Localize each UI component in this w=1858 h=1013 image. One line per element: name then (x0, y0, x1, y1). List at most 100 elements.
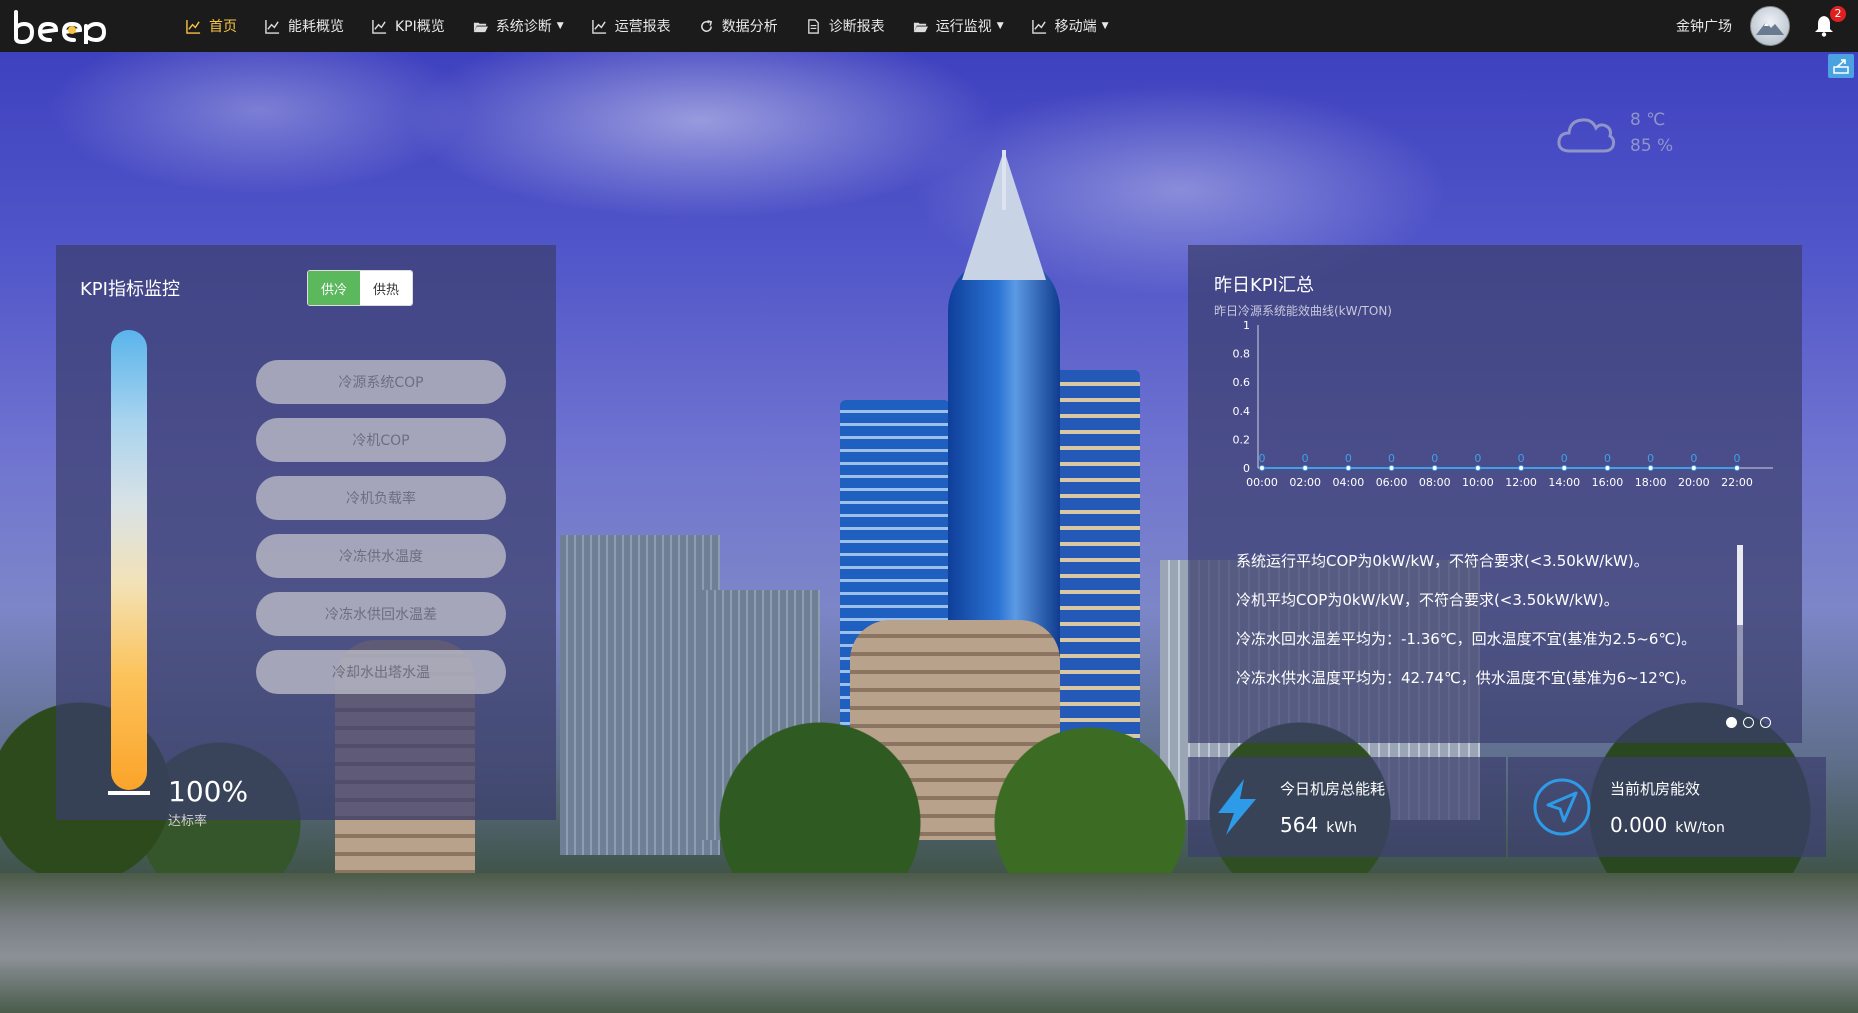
carousel-dot-3[interactable] (1760, 717, 1771, 728)
caret-down-icon: ▼ (1101, 21, 1109, 31)
nav-item-2[interactable]: 能耗概览 (251, 0, 358, 52)
caret-down-icon: ▼ (996, 21, 1004, 31)
efficiency-unit: kW/ton (1675, 819, 1725, 836)
notification-bell[interactable]: 2 (1810, 6, 1846, 40)
data-label: 0 (1302, 452, 1309, 465)
x-tick-label: 02:00 (1289, 476, 1321, 489)
chart-line-icon (265, 19, 280, 34)
folder-open-icon (913, 19, 928, 34)
data-point (1647, 465, 1654, 471)
nav-item-1[interactable]: 首页 (172, 0, 251, 52)
carousel-dot-1[interactable] (1726, 717, 1737, 728)
kpi-indicator-button[interactable]: 冷却水出塔水温 (256, 650, 506, 694)
nav-item-4[interactable]: 系统诊断 ▼ (459, 0, 578, 52)
x-tick-label: 16:00 (1592, 476, 1624, 489)
data-point (1604, 465, 1611, 471)
nav-item-3[interactable]: KPI概览 (358, 0, 459, 52)
energy-value: 564 (1280, 812, 1319, 837)
x-tick-label: 20:00 (1678, 476, 1710, 489)
nav-item-7[interactable]: 诊断报表 (792, 0, 899, 52)
beep-logo[interactable] (10, 6, 120, 46)
data-label: 0 (1690, 452, 1697, 465)
data-label: 0 (1604, 452, 1611, 465)
nav-item-label: 诊断报表 (828, 19, 885, 35)
top-navbar: 首页 能耗概览 KPI概览 系统诊断 ▼ 运营报表 数据分析 诊断报表 运行监视 ▼ 移动端 ▼ 金钟… (0, 0, 1858, 52)
energy-label: 今日机房总能耗 (1280, 779, 1386, 798)
efficiency-line-chart: 0 0.2 0.4 0.6 0.8 1 00:00 02:00 04:00 06:00 08:00 1… (1233, 319, 1773, 489)
chart-line-icon (591, 19, 607, 34)
cloud-icon (1557, 118, 1616, 153)
data-label: 0 (1474, 452, 1481, 465)
efficiency-label: 当前机房能效 (1610, 779, 1701, 798)
fullscreen-button[interactable] (1828, 54, 1854, 78)
data-label: 0 (1647, 452, 1654, 465)
compliance-rate-label: 达标率 (168, 814, 208, 829)
nav-item-label: 运营报表 (614, 19, 671, 35)
nav-item-label: 系统诊断 (495, 19, 552, 35)
cooling-heating-toggle: 供冷 供热 (307, 270, 413, 306)
data-label: 0 (1561, 452, 1568, 465)
data-label: 0 (1345, 452, 1352, 465)
compliance-rate: 100% 达标率 (168, 775, 248, 829)
efficiency-value-row: 0.000 kW/ton (1610, 813, 1725, 837)
refresh-icon (699, 19, 714, 34)
kpi-panel-title: KPI指标监控 (80, 279, 180, 300)
site-name[interactable]: 金钟广场 (1676, 16, 1732, 36)
file-icon (806, 18, 821, 34)
data-label: 0 (1259, 452, 1266, 465)
data-point (1518, 465, 1525, 471)
nav-item-6[interactable]: 数据分析 (685, 0, 792, 52)
summary-message: 冷冻水供水温度平均为：42.74℃，供水温度不宜(基准为6~12℃)。 (1236, 669, 1696, 687)
x-tick-label: 18:00 (1635, 476, 1667, 489)
user-area: 金钟广场 2 (1676, 0, 1846, 52)
toggle-heating[interactable]: 供热 (360, 271, 412, 305)
data-label: 0 (1388, 452, 1395, 465)
energy-value-row: 564 kWh (1280, 813, 1385, 837)
kpi-indicator-button[interactable]: 冷源系统COP (256, 360, 506, 404)
y-tick-label: 0.8 (1233, 348, 1251, 361)
y-tick-label: 0.2 (1233, 433, 1251, 446)
carousel-dot-2[interactable] (1743, 717, 1754, 728)
energy-unit: kWh (1326, 819, 1358, 836)
caret-down-icon: ▼ (556, 21, 564, 31)
export-icon (1833, 59, 1849, 74)
yesterday-kpi-panel: 昨日KPI汇总 昨日冷源系统能效曲线(kW/TON) 0 0.2 0.4 0.6 0.8… (1188, 245, 1802, 743)
kpi-indicator-list: 冷源系统COP 冷机COP 冷机负载率冷冻供水温度 冷冻水供回水温差 冷却水出塔水温 (256, 360, 506, 694)
summary-message: 系统运行平均COP为0kW/kW，不符合要求(<3.50kW/kW)。 (1236, 552, 1649, 570)
nav-item-5[interactable]: 运营报表 (578, 0, 685, 52)
x-tick-label: 04:00 (1333, 476, 1365, 489)
lightning-icon (1218, 779, 1256, 835)
summary-message: 冷冻水回水温差平均为：-1.36℃，回水温度不宜(基准为2.5~6℃)。 (1236, 630, 1697, 648)
compliance-thermometer (111, 330, 147, 790)
folder-open-icon (473, 19, 488, 34)
nav-item-8[interactable]: 运行监视 ▼ (899, 0, 1018, 52)
kpi-indicator-button[interactable]: 冷机负载率 (256, 476, 506, 520)
x-tick-label: 22:00 (1721, 476, 1753, 489)
data-point (1561, 465, 1568, 471)
y-tick-label: 0 (1243, 462, 1250, 475)
user-avatar[interactable] (1750, 6, 1790, 46)
kpi-indicator-button[interactable]: 冷机COP (256, 418, 506, 462)
kpi-summary-messages: 系统运行平均COP为0kW/kW，不符合要求(<3.50kW/kW)。 冷机平均C… (1236, 550, 1741, 688)
chart-line-icon (372, 19, 387, 34)
chart-line-icon (1031, 19, 1047, 34)
nav-item-label: 首页 (209, 19, 237, 35)
kpi-indicator-button[interactable]: 冷冻供水温度 (256, 534, 506, 578)
compliance-rate-value: 100% (168, 775, 249, 808)
data-point (1302, 465, 1309, 471)
data-point (1345, 465, 1352, 471)
data-point (1388, 465, 1395, 471)
nav-item-label: 能耗概览 (288, 19, 344, 35)
data-point (1690, 465, 1697, 471)
yesterday-panel-title: 昨日KPI汇总 (1214, 275, 1314, 296)
x-tick-label: 14:00 (1548, 476, 1580, 489)
nav-item-9[interactable]: 移动端 ▼ (1018, 0, 1123, 52)
summary-scrollbar-thumb[interactable] (1737, 545, 1743, 625)
current-efficiency-card: 当前机房能效 0.000 kW/ton (1508, 757, 1826, 857)
data-point (1734, 465, 1740, 471)
kpi-indicator-button[interactable]: 冷冻水供回水温差 (256, 592, 506, 636)
toggle-cooling[interactable]: 供冷 (308, 271, 360, 305)
summary-scrollbar[interactable] (1737, 545, 1743, 705)
weather-widget: 8 ℃ 85 % (1556, 110, 1673, 156)
chart-line-icon (186, 19, 201, 34)
